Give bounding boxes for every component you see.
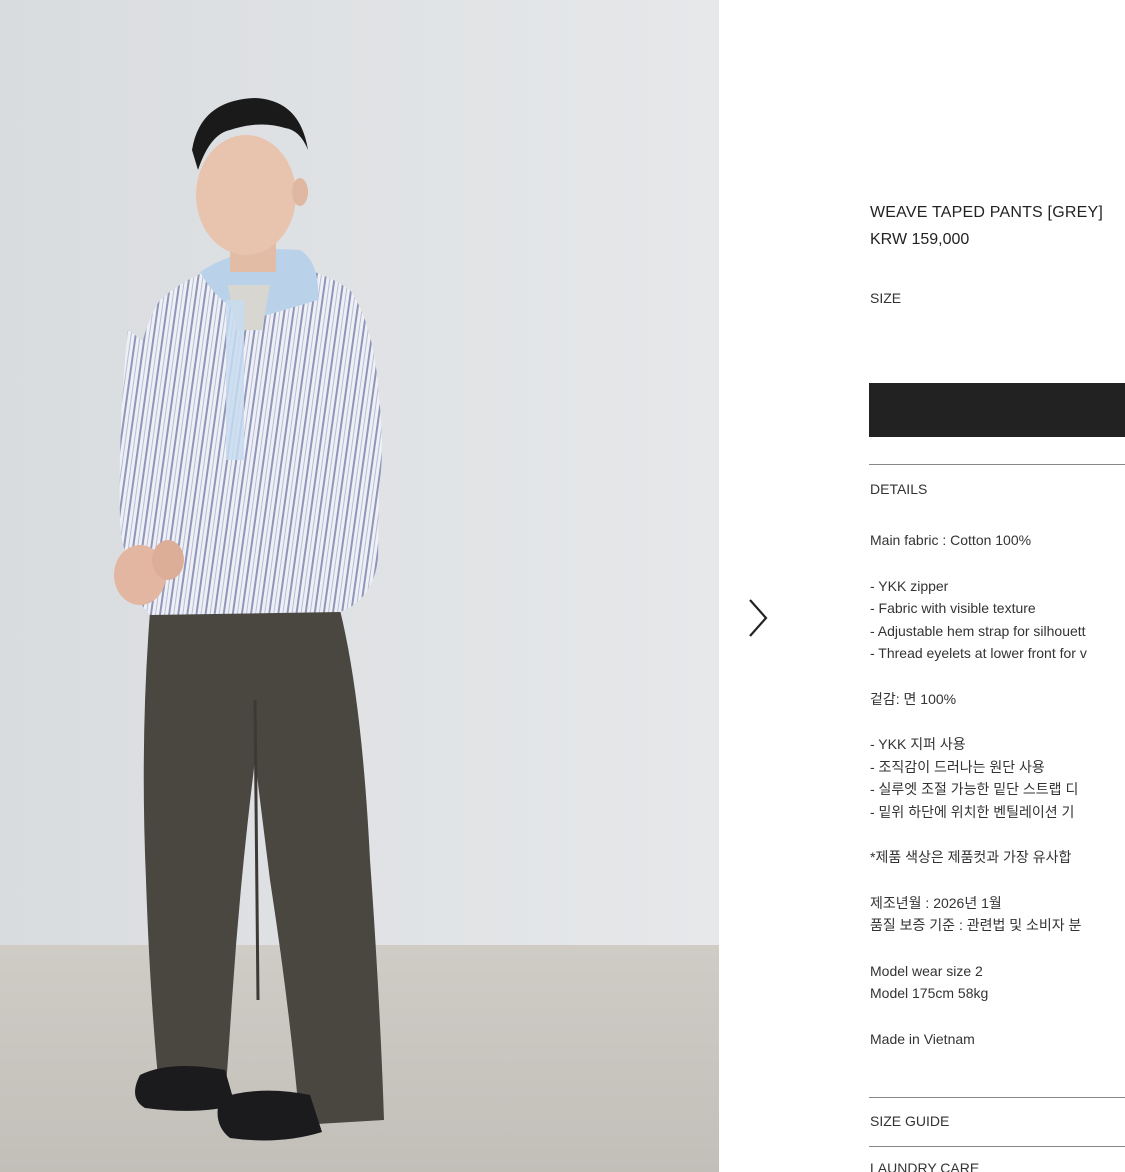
size-label: SIZE bbox=[870, 290, 902, 306]
product-photo[interactable] bbox=[0, 0, 719, 1172]
add-to-cart-button[interactable] bbox=[869, 383, 1125, 437]
model-body: Model 175cm 58kg bbox=[870, 985, 989, 1001]
feature-en-4: - Thread eyelets at lower front for v bbox=[870, 645, 1087, 661]
feature-ko-4: - 밑위 하단에 위치한 벤틸레이션 기 bbox=[870, 803, 1075, 820]
product-info-panel: WEAVE TAPED PANTS [GREY] KRW 159,000 SIZ… bbox=[869, 0, 1125, 1172]
divider bbox=[869, 1146, 1125, 1147]
feature-ko-3: - 실루엣 조절 가능한 밑단 스트랩 디 bbox=[870, 781, 1079, 797]
feature-en-3: - Adjustable hem strap for silhouett bbox=[870, 622, 1086, 639]
feature-ko-1: - YKK 지퍼 사용 bbox=[870, 736, 966, 752]
details-content: Main fabric : Cotton 100% - YKK zipper -… bbox=[870, 529, 1125, 1050]
origin: Made in Vietnam bbox=[870, 1030, 975, 1047]
laundry-care-toggle[interactable]: LAUNDRY CARE bbox=[870, 1160, 979, 1172]
product-page: WEAVE TAPED PANTS [GREY] KRW 159,000 SIZ… bbox=[0, 0, 1125, 1172]
size-guide-toggle[interactable]: SIZE GUIDE bbox=[870, 1113, 949, 1129]
chevron-right-icon[interactable] bbox=[744, 596, 774, 640]
feature-en-1: - YKK zipper bbox=[870, 577, 949, 594]
feature-ko-2: - 조직감이 드러나는 원단 사용 bbox=[870, 758, 1045, 775]
divider bbox=[869, 1097, 1125, 1098]
details-toggle[interactable]: DETAILS bbox=[870, 481, 927, 497]
quality-standard: 품질 보증 기준 : 관련법 및 소비자 분 bbox=[870, 917, 1082, 933]
feature-en-2: - Fabric with visible texture bbox=[870, 600, 1036, 616]
color-note: *제품 색상은 제품컷과 가장 유사합 bbox=[870, 849, 1072, 865]
product-price: KRW 159,000 bbox=[870, 231, 970, 248]
fabric-ko: 겉감: 면 100% bbox=[870, 690, 957, 707]
divider bbox=[869, 464, 1125, 465]
fabric-en: Main fabric : Cotton 100% bbox=[870, 532, 1032, 548]
manufacture-date: 제조년월 : 2026년 1월 bbox=[870, 894, 1002, 911]
product-title: WEAVE TAPED PANTS [GREY] bbox=[870, 204, 1103, 221]
model-size: Model wear size 2 bbox=[870, 962, 983, 979]
